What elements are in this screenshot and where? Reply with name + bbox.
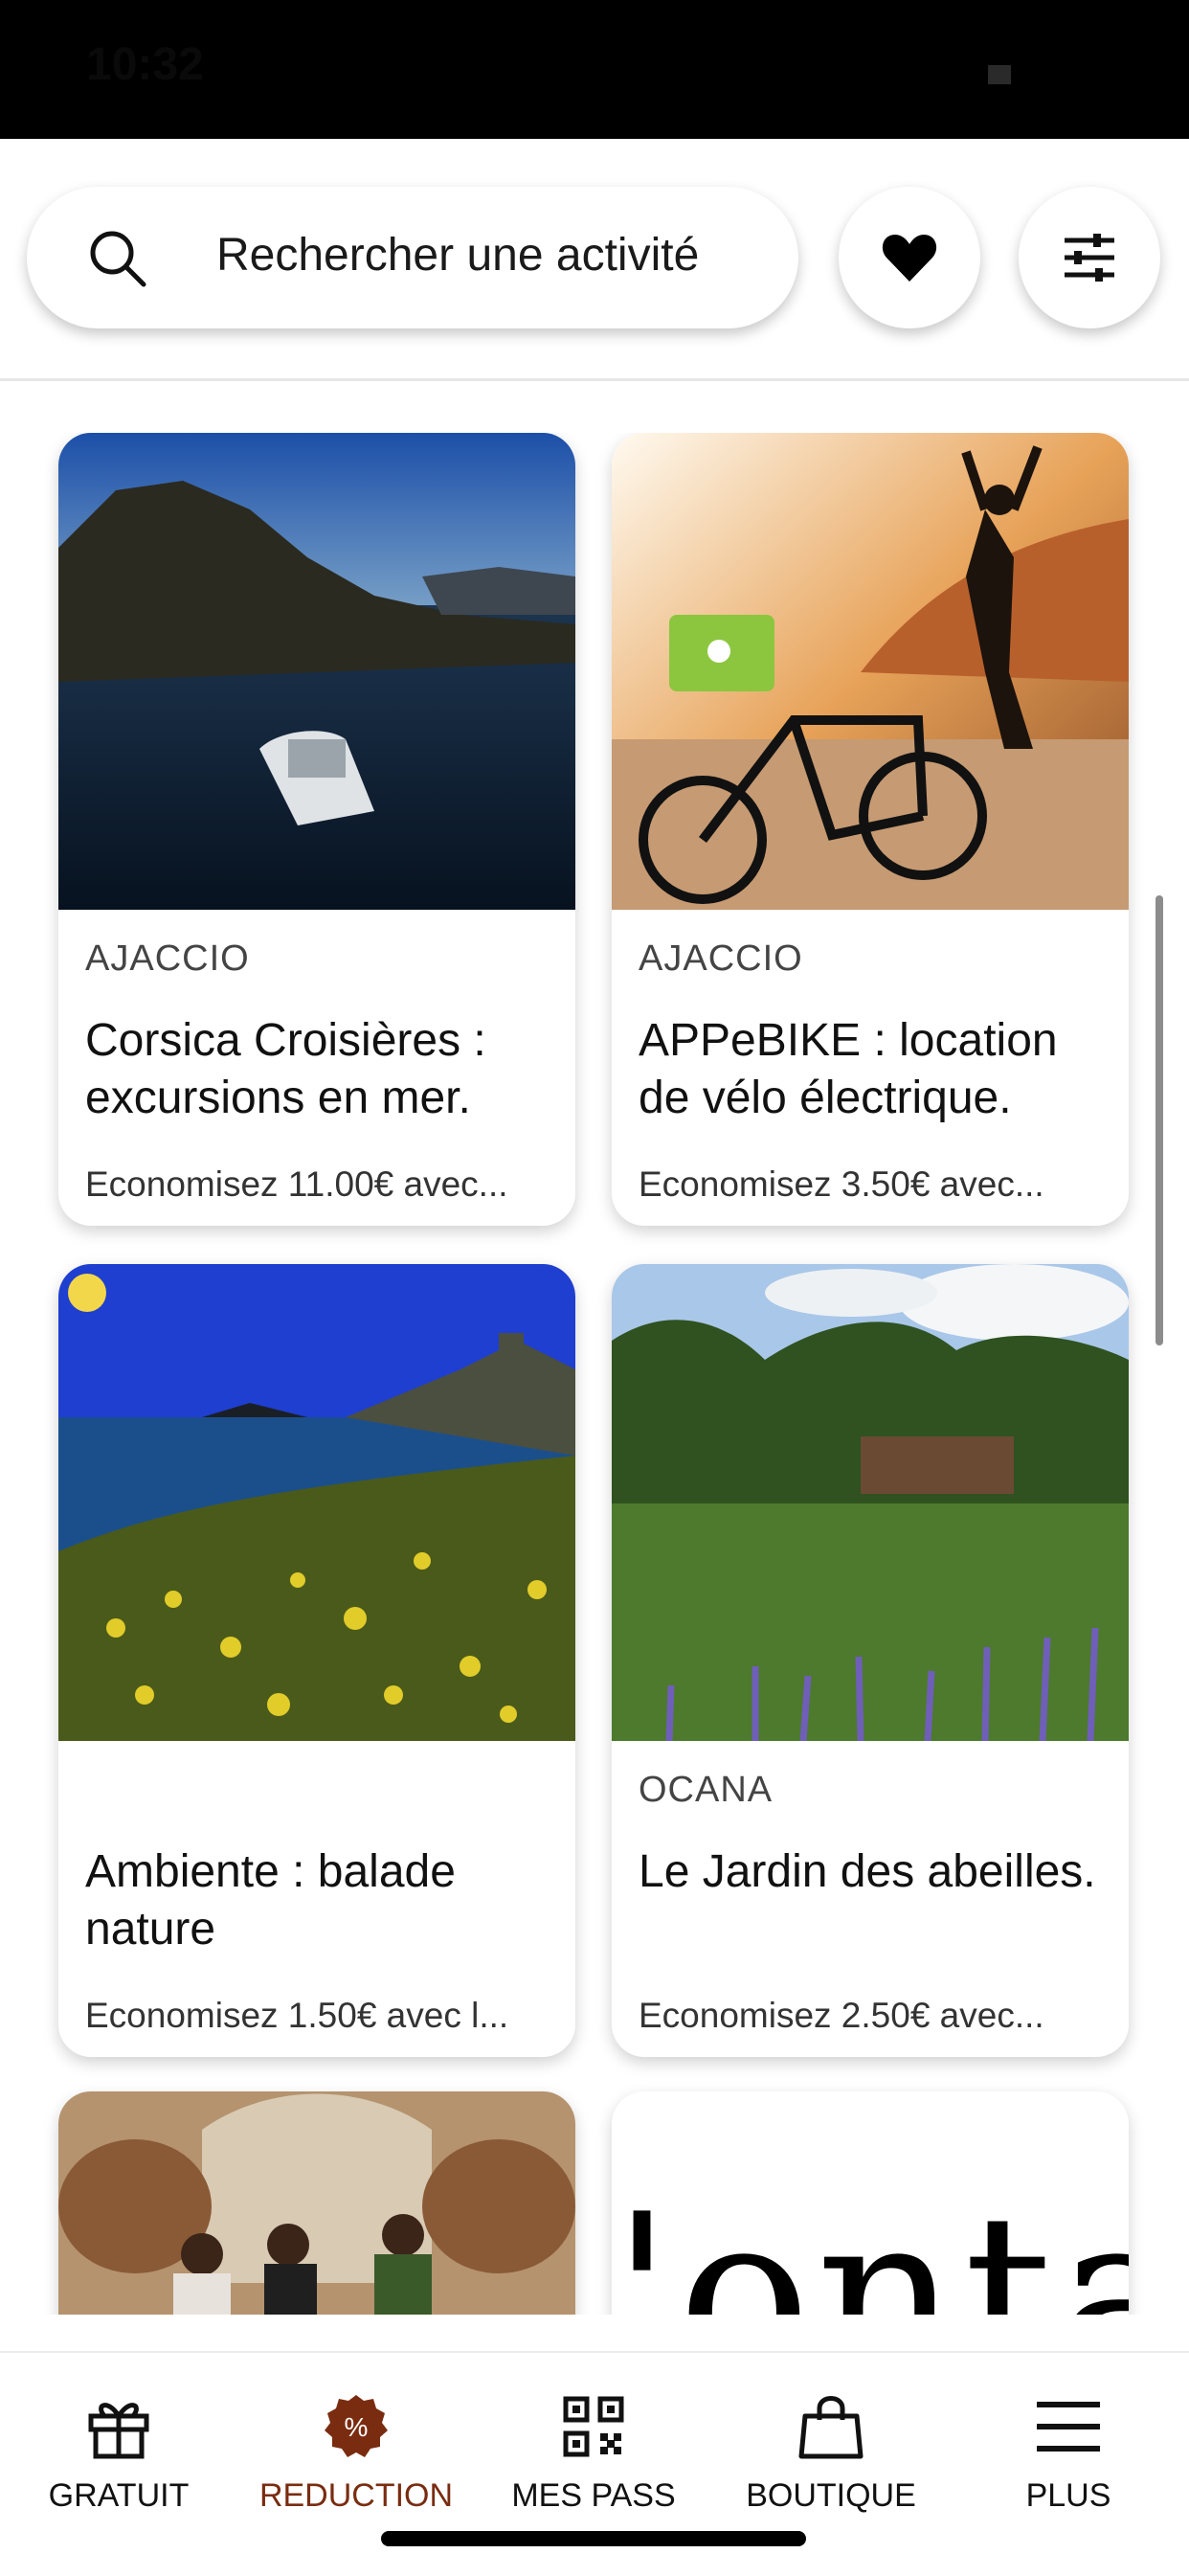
card-title: Le Jardin des abeilles. xyxy=(639,1846,1096,1897)
svg-text:%: % xyxy=(345,2412,369,2442)
status-indicators xyxy=(988,57,1122,86)
card-image-text: 'ontar xyxy=(612,2168,1129,2315)
qr-code-icon xyxy=(563,2396,624,2457)
search-placeholder: Rechercher une activité xyxy=(216,230,700,281)
status-time: 10:32 xyxy=(86,39,204,90)
activity-photo-garden xyxy=(612,1264,1129,1741)
tab-label: REDUCTION xyxy=(258,2477,454,2514)
card-saving: Economisez 1.50€ avec l... xyxy=(85,1996,509,2035)
tab-gratuit[interactable]: GRATUIT xyxy=(0,2391,237,2535)
shopping-bag-icon xyxy=(798,2396,864,2459)
card-title: Ambiente : balade nature xyxy=(85,1846,456,1955)
card-city: OCANA xyxy=(639,1770,774,1810)
card-city: AJACCIO xyxy=(639,938,803,979)
sliders-icon xyxy=(1065,234,1114,282)
card-city: AJACCIO xyxy=(85,938,250,979)
activity-photo-cellar xyxy=(58,2091,575,2315)
tab-label: GRATUIT xyxy=(48,2477,190,2514)
tab-boutique[interactable]: BOUTIQUE xyxy=(712,2391,950,2535)
activity-card[interactable]: AJACCIO APPeBIKE : location de vélo élec… xyxy=(612,433,1129,1226)
card-title: Corsica Croisières : excursions en mer. xyxy=(85,1015,486,1123)
status-bar: 10:32 xyxy=(0,0,1189,139)
activity-card[interactable] xyxy=(58,2091,575,2315)
activity-photo-coast xyxy=(58,1264,575,1741)
filters-button[interactable] xyxy=(1019,187,1160,328)
tab-reduction[interactable]: % REDUCTION xyxy=(237,2391,475,2535)
heart-icon xyxy=(882,235,937,282)
tab-plus[interactable]: PLUS xyxy=(950,2391,1187,2535)
favorites-button[interactable] xyxy=(839,187,980,328)
menu-icon xyxy=(1037,2402,1100,2452)
scrollbar[interactable] xyxy=(1155,895,1163,1345)
card-saving: Economisez 3.50€ avec... xyxy=(639,1164,1044,1204)
card-title: APPeBIKE : location de vélo électrique. xyxy=(639,1015,1058,1123)
header-divider xyxy=(0,378,1189,381)
card-saving: Economisez 2.50€ avec... xyxy=(639,1996,1044,2035)
activity-card[interactable]: AJACCIO Corsica Croisières : excursions … xyxy=(58,433,575,1226)
activity-card[interactable]: OCANA Le Jardin des abeilles. Economisez… xyxy=(612,1264,1129,2057)
tab-mes-pass[interactable]: MES PASS xyxy=(475,2391,712,2535)
card-saving: Economisez 11.00€ avec... xyxy=(85,1164,508,1204)
search-icon xyxy=(90,231,146,287)
tab-label: PLUS xyxy=(1025,2477,1111,2514)
percent-badge-icon: % xyxy=(325,2395,388,2457)
activity-grid: AJACCIO Corsica Croisières : excursions … xyxy=(0,433,1189,2315)
activity-photo-boat xyxy=(58,433,575,910)
tab-label: MES PASS xyxy=(511,2477,676,2514)
activity-card[interactable]: 'ontar xyxy=(612,2091,1129,2315)
activity-photo-ebike xyxy=(612,433,1129,910)
tab-label: BOUTIQUE xyxy=(746,2477,916,2514)
signal-icon xyxy=(988,65,1011,84)
gift-icon xyxy=(88,2403,149,2459)
home-indicator xyxy=(381,2531,806,2546)
activity-card[interactable]: Ambiente : balade nature Economisez 1.50… xyxy=(58,1264,575,2057)
search-bar[interactable]: Rechercher une activité xyxy=(27,187,798,328)
